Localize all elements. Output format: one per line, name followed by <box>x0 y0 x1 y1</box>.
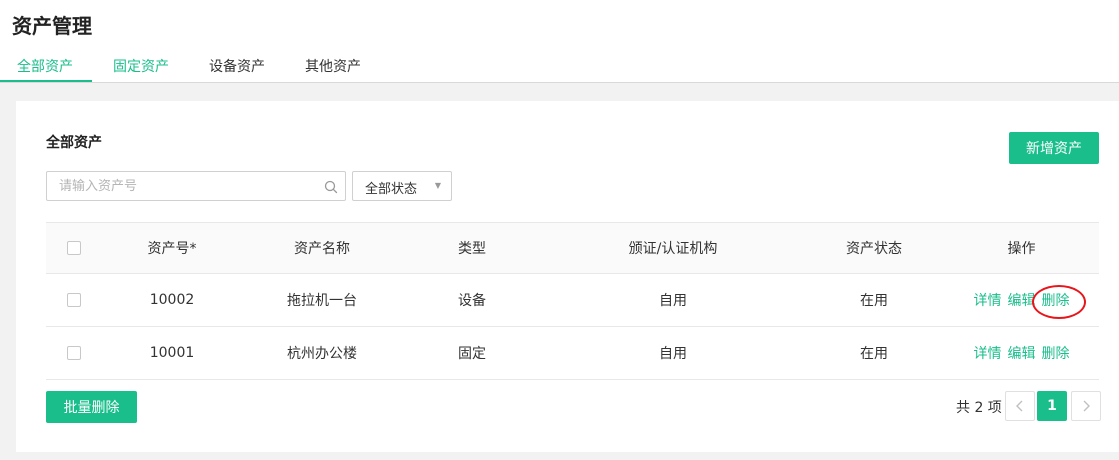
cell-status: 在用 <box>860 346 888 362</box>
column-header-actions: 操作 <box>1007 241 1036 257</box>
cell-type: 固定 <box>458 346 486 362</box>
row-actions: 详情 编辑 删除 <box>944 274 1099 326</box>
active-tab-indicator <box>0 80 92 82</box>
cell-authority: 自用 <box>659 346 687 362</box>
asset-table: 资产号* 资产名称 类型 颁证/认证机构 资产状态 操作 10002 拖拉机一台… <box>46 222 1099 380</box>
column-header-type: 类型 <box>458 241 486 257</box>
cell-asset-name: 拖拉机一台 <box>287 293 357 309</box>
cell-asset-id: 10002 <box>149 292 195 308</box>
prev-page-button[interactable] <box>1005 391 1035 421</box>
chevron-left-icon <box>1016 400 1023 412</box>
row-actions: 详情 编辑 删除 <box>944 327 1099 379</box>
tab-equipment-assets[interactable]: 设备资产 <box>209 56 265 76</box>
next-page-button[interactable] <box>1071 391 1101 421</box>
cell-status: 在用 <box>860 293 888 309</box>
row-checkbox[interactable] <box>67 346 81 360</box>
tab-all-assets[interactable]: 全部资产 <box>17 56 73 76</box>
cell-type: 设备 <box>458 293 486 309</box>
caret-down-icon: ▼ <box>434 181 441 190</box>
column-header-status: 资产状态 <box>846 241 902 257</box>
cell-authority: 自用 <box>659 293 687 309</box>
add-asset-button[interactable]: 新增资产 <box>1009 132 1099 164</box>
select-all-checkbox[interactable] <box>67 241 81 255</box>
detail-link[interactable]: 详情 <box>974 290 1002 310</box>
delete-link[interactable]: 删除 <box>1042 343 1070 363</box>
chevron-right-icon <box>1083 400 1090 412</box>
status-filter-value: 全部状态 <box>365 182 418 197</box>
page-number-button[interactable]: 1 <box>1037 391 1067 421</box>
column-header-asset-name: 资产名称 <box>294 241 350 257</box>
tab-bar: 全部资产 固定资产 设备资产 其他资产 <box>0 50 1119 83</box>
section-title: 全部资产 <box>46 135 102 151</box>
delete-link[interactable]: 删除 <box>1042 290 1070 310</box>
row-checkbox[interactable] <box>67 293 81 307</box>
column-header-authority: 颁证/认证机构 <box>628 241 718 257</box>
table-header: 资产号* 资产名称 类型 颁证/认证机构 资产状态 操作 <box>46 222 1099 274</box>
search-icon[interactable] <box>323 179 339 195</box>
cell-asset-name: 杭州办公楼 <box>287 346 357 362</box>
page-title: 资产管理 <box>12 14 92 38</box>
status-filter-select[interactable]: 全部状态 ▼ <box>352 171 452 201</box>
column-header-asset-id[interactable]: 资产号* <box>102 223 242 273</box>
tab-fixed-assets[interactable]: 固定资产 <box>113 56 169 76</box>
batch-delete-button[interactable]: 批量删除 <box>46 391 137 423</box>
cell-asset-id: 10001 <box>149 345 195 361</box>
tab-other-assets[interactable]: 其他资产 <box>305 56 361 76</box>
pagination-total: 共 2 项 <box>956 400 1002 416</box>
edit-link[interactable]: 编辑 <box>1008 290 1036 310</box>
edit-link[interactable]: 编辑 <box>1008 343 1036 363</box>
table-row: 10001 杭州办公楼 固定 自用 在用 详情 编辑 删除 <box>46 327 1099 380</box>
search-field <box>46 171 346 201</box>
search-input[interactable] <box>47 172 329 200</box>
table-row: 10002 拖拉机一台 设备 自用 在用 详情 编辑 删除 <box>46 274 1099 327</box>
detail-link[interactable]: 详情 <box>974 343 1002 363</box>
